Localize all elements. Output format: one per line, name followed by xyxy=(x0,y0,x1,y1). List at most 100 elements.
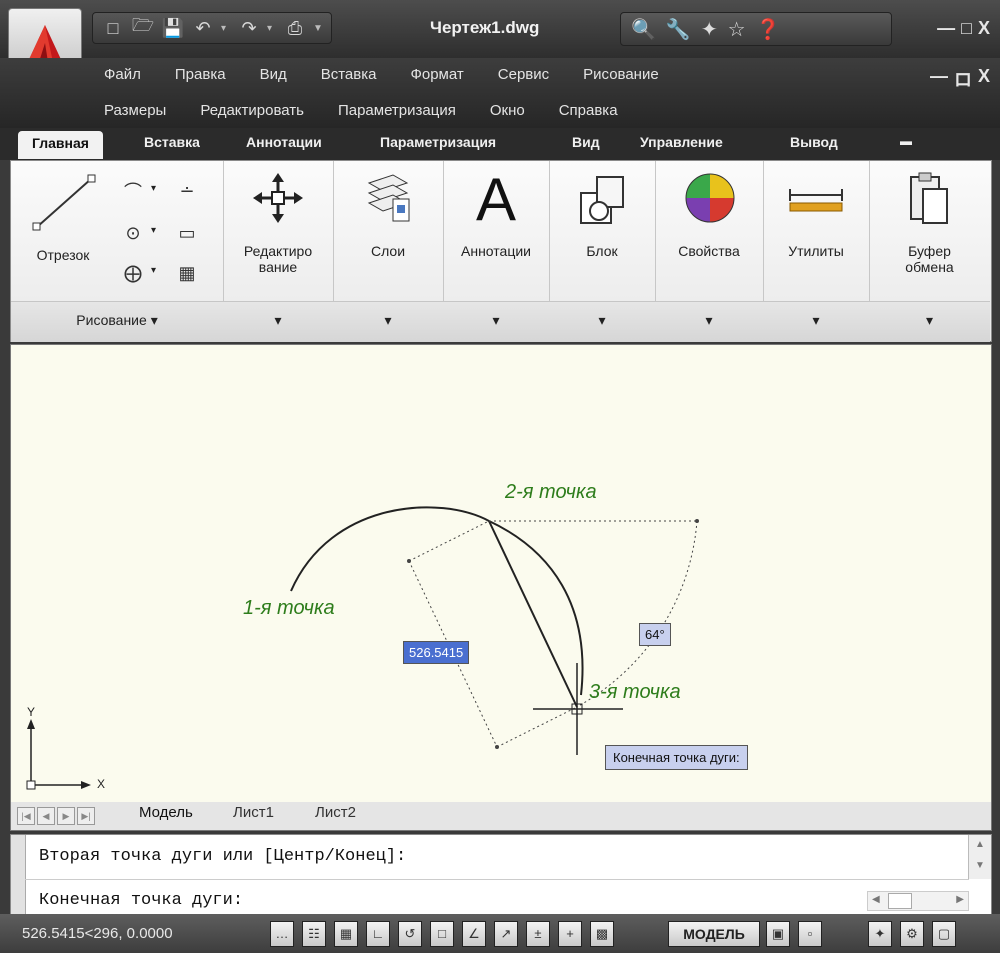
help-icon[interactable]: ❓ xyxy=(756,17,781,42)
scroll-left-icon[interactable]: ◀ xyxy=(872,894,880,905)
undo-icon[interactable]: ↶ xyxy=(191,16,215,40)
panel-layers-expand-icon[interactable]: ▾ xyxy=(333,301,443,342)
close-button[interactable]: X xyxy=(978,18,990,39)
scroll-thumb[interactable] xyxy=(888,893,912,909)
new-file-icon[interactable]: □ xyxy=(101,16,125,40)
scroll-up-icon[interactable]: ▲ xyxy=(969,839,991,850)
menu-tools[interactable]: Сервис xyxy=(498,66,549,83)
object-snap-tracking-icon[interactable]: ∠ xyxy=(462,921,486,947)
clean-screen-icon[interactable]: ▢ xyxy=(932,921,956,947)
doc-minimize-button[interactable]: — xyxy=(930,66,948,92)
line-button[interactable]: Отрезок xyxy=(15,165,111,295)
doc-restore-button[interactable]: ロ xyxy=(954,66,972,92)
panel-properties-expand-icon[interactable]: ▾ xyxy=(655,301,763,342)
tab-model[interactable]: Модель xyxy=(139,804,193,821)
menu-modify[interactable]: Редактировать xyxy=(200,102,304,119)
save-icon[interactable]: 💾 xyxy=(161,16,185,40)
scroll-down-icon[interactable]: ▼ xyxy=(969,860,991,871)
doc-close-button[interactable]: X xyxy=(978,66,990,92)
panel-block[interactable]: Блок ▾ xyxy=(549,161,656,342)
menu-file[interactable]: Файл xyxy=(104,66,141,83)
tab-output[interactable]: Вывод xyxy=(790,134,838,150)
menu-dimension[interactable]: Размеры xyxy=(104,102,166,119)
menu-edit[interactable]: Правка xyxy=(175,66,226,83)
drawing-area[interactable]: 2-я точка 1-я точка 3-я точка 526.5415 6… xyxy=(10,344,992,804)
command-window-grip[interactable] xyxy=(11,835,26,915)
circle-icon[interactable]: ⊙ xyxy=(117,217,149,249)
first-layout-icon[interactable]: |◀ xyxy=(17,807,35,825)
last-layout-icon[interactable]: ▶| xyxy=(77,807,95,825)
tab-view[interactable]: Вид xyxy=(572,134,600,150)
tools-wrench-icon[interactable]: 🔧 xyxy=(666,17,691,42)
tab-insert[interactable]: Вставка xyxy=(144,134,200,150)
minimize-button[interactable]: — xyxy=(937,18,955,39)
ortho-mode-icon[interactable]: ∟ xyxy=(366,921,390,947)
maximize-button[interactable]: □ xyxy=(961,18,972,39)
ribbon-minimize-icon[interactable]: ▬ xyxy=(900,134,912,148)
favorites-star-icon[interactable]: ☆ xyxy=(728,17,746,42)
ellipse-dropdown-icon[interactable]: ▾ xyxy=(151,265,156,276)
tab-layout2[interactable]: Лист2 xyxy=(315,804,356,821)
next-layout-icon[interactable]: ▶ xyxy=(57,807,75,825)
ellipse-icon[interactable]: ⨁ xyxy=(117,257,149,289)
panel-modify[interactable]: Редактиро вание ▾ xyxy=(223,161,334,342)
grid-display-icon[interactable]: ▦ xyxy=(334,921,358,947)
tab-layout1[interactable]: Лист1 xyxy=(233,804,274,821)
panel-annotation-expand-icon[interactable]: ▾ xyxy=(443,301,549,342)
menu-view[interactable]: Вид xyxy=(260,66,287,83)
menu-help[interactable]: Справка xyxy=(559,102,618,119)
scroll-right-icon[interactable]: ▶ xyxy=(956,894,964,905)
polar-tracking-icon[interactable]: ↺ xyxy=(398,921,422,947)
command-prompt-line[interactable]: Конечная точка дуги: xyxy=(39,891,243,910)
panel-clipboard-expand-icon[interactable]: ▾ xyxy=(869,301,990,342)
menu-draw[interactable]: Рисование xyxy=(583,66,659,83)
panel-modify-expand-icon[interactable]: ▾ xyxy=(223,301,333,342)
tab-parametric[interactable]: Параметризация xyxy=(380,134,496,150)
panel-block-expand-icon[interactable]: ▾ xyxy=(549,301,655,342)
polyline-icon[interactable]: ⌒ xyxy=(117,175,149,207)
coordinate-readout[interactable]: 526.5415<296, 0.0000 xyxy=(22,925,173,942)
dynamic-ucs-icon[interactable]: ↗ xyxy=(494,921,518,947)
layout-view-icon[interactable]: ▣ xyxy=(766,921,790,947)
annotation-scale-icon[interactable]: ✦ xyxy=(868,921,892,947)
angle-input[interactable]: 64° xyxy=(639,623,671,646)
infer-constraints-icon[interactable]: … xyxy=(270,921,294,947)
tab-home[interactable]: Главная xyxy=(18,131,103,159)
distance-input[interactable]: 526.5415 xyxy=(403,641,470,664)
menu-window[interactable]: Окно xyxy=(490,102,525,119)
redo-dropdown-icon[interactable]: ▾ xyxy=(267,23,277,34)
spline-icon[interactable]: ∸ xyxy=(171,175,203,207)
rectangle-icon[interactable]: ▭ xyxy=(171,217,203,249)
panel-layers[interactable]: Слои ▾ xyxy=(333,161,444,342)
panel-draw-label[interactable]: Рисование ▾ xyxy=(11,301,223,342)
quick-properties-icon[interactable]: ▩ xyxy=(590,921,614,947)
polyline-dropdown-icon[interactable]: ▾ xyxy=(151,183,156,194)
dynamic-input-icon[interactable]: ± xyxy=(526,921,550,947)
undo-dropdown-icon[interactable]: ▾ xyxy=(221,23,231,34)
panel-annotation[interactable]: A Аннотации ▾ xyxy=(443,161,550,342)
object-snap-icon[interactable]: □ xyxy=(430,921,454,947)
panel-clipboard[interactable]: Буфер обмена ▾ xyxy=(869,161,990,342)
qat-customize-dropdown-icon[interactable]: ▼ xyxy=(313,23,323,34)
command-vertical-scrollbar[interactable]: ▲ ▼ xyxy=(968,835,991,879)
snap-mode-icon[interactable]: ☷ xyxy=(302,921,326,947)
hatch-icon[interactable]: ▦ xyxy=(171,257,203,289)
quick-view-icon[interactable]: ▫ xyxy=(798,921,822,947)
lineweight-icon[interactable]: + xyxy=(558,921,582,947)
redo-icon[interactable]: ↷ xyxy=(237,16,261,40)
prev-layout-icon[interactable]: ◀ xyxy=(37,807,55,825)
tab-manage[interactable]: Управление xyxy=(640,134,723,150)
open-folder-icon[interactable]: 🗁 xyxy=(131,15,155,40)
workspace-switch-icon[interactable]: ⚙ xyxy=(900,921,924,947)
circle-dropdown-icon[interactable]: ▾ xyxy=(151,225,156,236)
menu-insert[interactable]: Вставка xyxy=(321,66,377,83)
tab-annotate[interactable]: Аннотации xyxy=(246,134,322,150)
communication-center-icon[interactable]: ✦ xyxy=(701,17,718,42)
panel-utilities[interactable]: Утилиты ▾ xyxy=(763,161,870,342)
print-icon[interactable]: ⎙ xyxy=(283,16,307,40)
search-binoculars-icon[interactable]: 🔍 xyxy=(631,17,656,42)
panel-properties[interactable]: Свойства ▾ xyxy=(655,161,764,342)
menu-parametric[interactable]: Параметризация xyxy=(338,102,456,119)
command-horizontal-scrollbar[interactable]: ◀ ▶ xyxy=(867,891,969,911)
menu-format[interactable]: Формат xyxy=(410,66,463,83)
